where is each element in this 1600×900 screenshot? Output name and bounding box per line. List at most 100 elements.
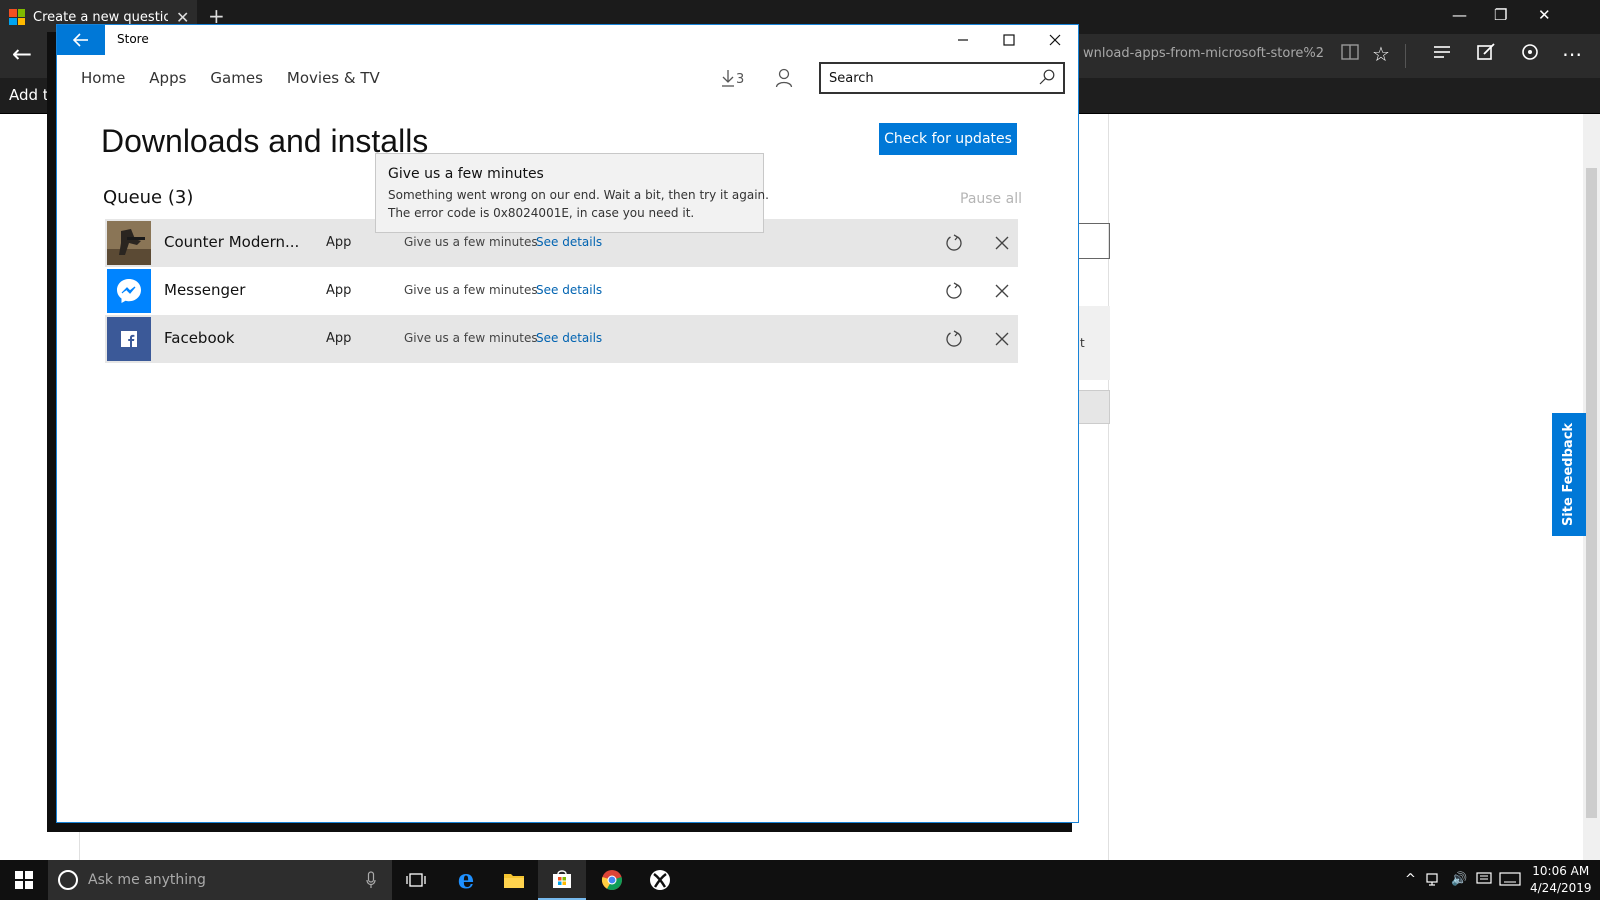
tooltip-message: Something went wrong on our end. Wait a … (388, 188, 769, 202)
close-icon (1049, 34, 1061, 46)
system-clock[interactable]: 10:06 AM 4/24/2019 (1530, 863, 1592, 897)
browser-close-icon[interactable]: ✕ (1538, 6, 1551, 24)
browser-minimize-icon[interactable]: — (1452, 6, 1467, 24)
cancel-button[interactable] (990, 327, 1014, 351)
downloads-count: 3 (736, 72, 745, 87)
chrome-taskbar-button[interactable] (588, 860, 636, 900)
reading-view-icon[interactable] (1340, 42, 1360, 67)
nav-home[interactable]: Home (81, 69, 125, 87)
browser-back-icon[interactable]: ← (12, 40, 32, 68)
close-button[interactable] (1040, 29, 1070, 51)
app-type: App (326, 283, 352, 298)
search-icon[interactable] (1039, 69, 1055, 85)
account-icon[interactable] (775, 68, 793, 88)
queue-item[interactable]: Facebook App Give us a few minutes See d… (105, 315, 1018, 363)
facebook-logo-icon (107, 317, 151, 361)
task-view-icon (406, 873, 426, 887)
microsoft-logo-icon (9, 9, 25, 25)
clock-time: 10:06 AM (1532, 864, 1590, 878)
store-title-bar: Store (57, 25, 1078, 55)
web-page-partial-text: t (1080, 336, 1085, 350)
cancel-icon (995, 236, 1009, 250)
edge-taskbar-button[interactable]: e (442, 860, 490, 900)
cancel-button[interactable] (990, 279, 1014, 303)
file-explorer-button[interactable] (490, 860, 538, 900)
store-window: Store Home Apps Games Movies & TV 3 Down… (56, 24, 1079, 823)
minimize-icon (958, 39, 968, 41)
store-search-box[interactable] (819, 62, 1065, 94)
cortana-icon (58, 870, 78, 890)
nav-games[interactable]: Games (210, 69, 262, 87)
store-search-input[interactable] (829, 70, 1034, 86)
cancel-button[interactable] (990, 231, 1014, 255)
app-status: Give us a few minutes (404, 283, 538, 297)
microphone-icon (366, 871, 376, 888)
browser-tab-title: Create a new question c (33, 9, 168, 25)
retry-button[interactable] (942, 279, 966, 303)
share-icon[interactable] (1520, 42, 1540, 67)
store-nav: Home Apps Games Movies & TV (81, 69, 380, 87)
xbox-taskbar-button[interactable] (636, 860, 684, 900)
browser-restore-icon[interactable]: ❐ (1494, 6, 1507, 24)
retry-icon (946, 282, 962, 299)
tooltip-error-code: The error code is 0x8024001E, in case yo… (388, 206, 695, 220)
store-window-title: Store (117, 32, 149, 46)
back-arrow-icon (73, 33, 88, 47)
site-feedback-button[interactable]: Site Feedback (1552, 413, 1586, 536)
web-note-icon[interactable] (1476, 42, 1496, 67)
app-type: App (326, 331, 352, 346)
maximize-icon (1003, 34, 1015, 46)
maximize-button[interactable] (994, 29, 1024, 51)
toolbar-divider (1405, 44, 1406, 68)
app-status: Give us a few minutes (404, 235, 538, 249)
retry-button[interactable] (942, 231, 966, 255)
download-arrow-icon (722, 70, 734, 87)
volume-icon[interactable]: 🔊 (1451, 872, 1467, 887)
more-options-icon[interactable]: ⋯ (1562, 42, 1582, 66)
keyboard-icon[interactable] (1499, 872, 1521, 890)
retry-icon (946, 330, 962, 347)
hub-icon[interactable] (1432, 42, 1452, 67)
check-for-updates-button[interactable]: Check for updates (879, 123, 1017, 155)
app-type: App (326, 235, 352, 250)
app-name: Counter Modern... (164, 233, 300, 251)
see-details-link[interactable]: See details (536, 331, 602, 345)
error-tooltip: Give us a few minutes Something went wro… (375, 153, 769, 233)
messenger-logo-icon (107, 269, 151, 313)
downloads-button[interactable]: 3 (721, 69, 744, 87)
nav-movies-tv[interactable]: Movies & TV (287, 69, 380, 87)
cortana-placeholder[interactable]: Ask me anything (88, 872, 206, 888)
start-button[interactable] (0, 860, 48, 900)
favorite-star-icon[interactable]: ☆ (1372, 42, 1390, 66)
show-hidden-icons[interactable]: ^ (1405, 872, 1416, 887)
scrollbar-thumb[interactable] (1586, 168, 1597, 818)
network-icon[interactable] (1426, 872, 1442, 890)
store-bag-icon (553, 870, 571, 888)
folder-icon (504, 874, 524, 888)
chrome-logo-icon (601, 870, 622, 891)
xbox-logo-icon (650, 870, 670, 890)
counter-modern-thumbnail (107, 221, 151, 265)
tooltip-title: Give us a few minutes (388, 166, 544, 182)
cancel-icon (995, 284, 1009, 298)
queue-heading: Queue (3) (103, 187, 194, 208)
action-center-icon[interactable] (1476, 872, 1492, 890)
cortana-search-box[interactable]: Ask me anything (48, 860, 392, 900)
minimize-button[interactable] (948, 29, 978, 51)
pause-all-button[interactable]: Pause all (960, 191, 1022, 207)
app-status: Give us a few minutes (404, 331, 538, 345)
queue-item[interactable]: Messenger App Give us a few minutes See … (105, 267, 1018, 315)
windows-logo-icon (15, 871, 33, 889)
edge-logo-icon: e (457, 865, 475, 895)
retry-button[interactable] (942, 327, 966, 351)
see-details-link[interactable]: See details (536, 283, 602, 297)
task-view-button[interactable] (392, 860, 440, 900)
see-details-link[interactable]: See details (536, 235, 602, 249)
address-bar-text[interactable]: wnload-apps-from-microsoft-store%2F3c (1083, 46, 1323, 61)
store-back-button[interactable] (57, 25, 105, 55)
cancel-icon (995, 332, 1009, 346)
download-queue: Counter Modern... App Give us a few minu… (105, 219, 1018, 363)
nav-apps[interactable]: Apps (149, 69, 186, 87)
clock-date: 4/24/2019 (1530, 881, 1592, 895)
store-taskbar-button[interactable] (538, 860, 586, 900)
